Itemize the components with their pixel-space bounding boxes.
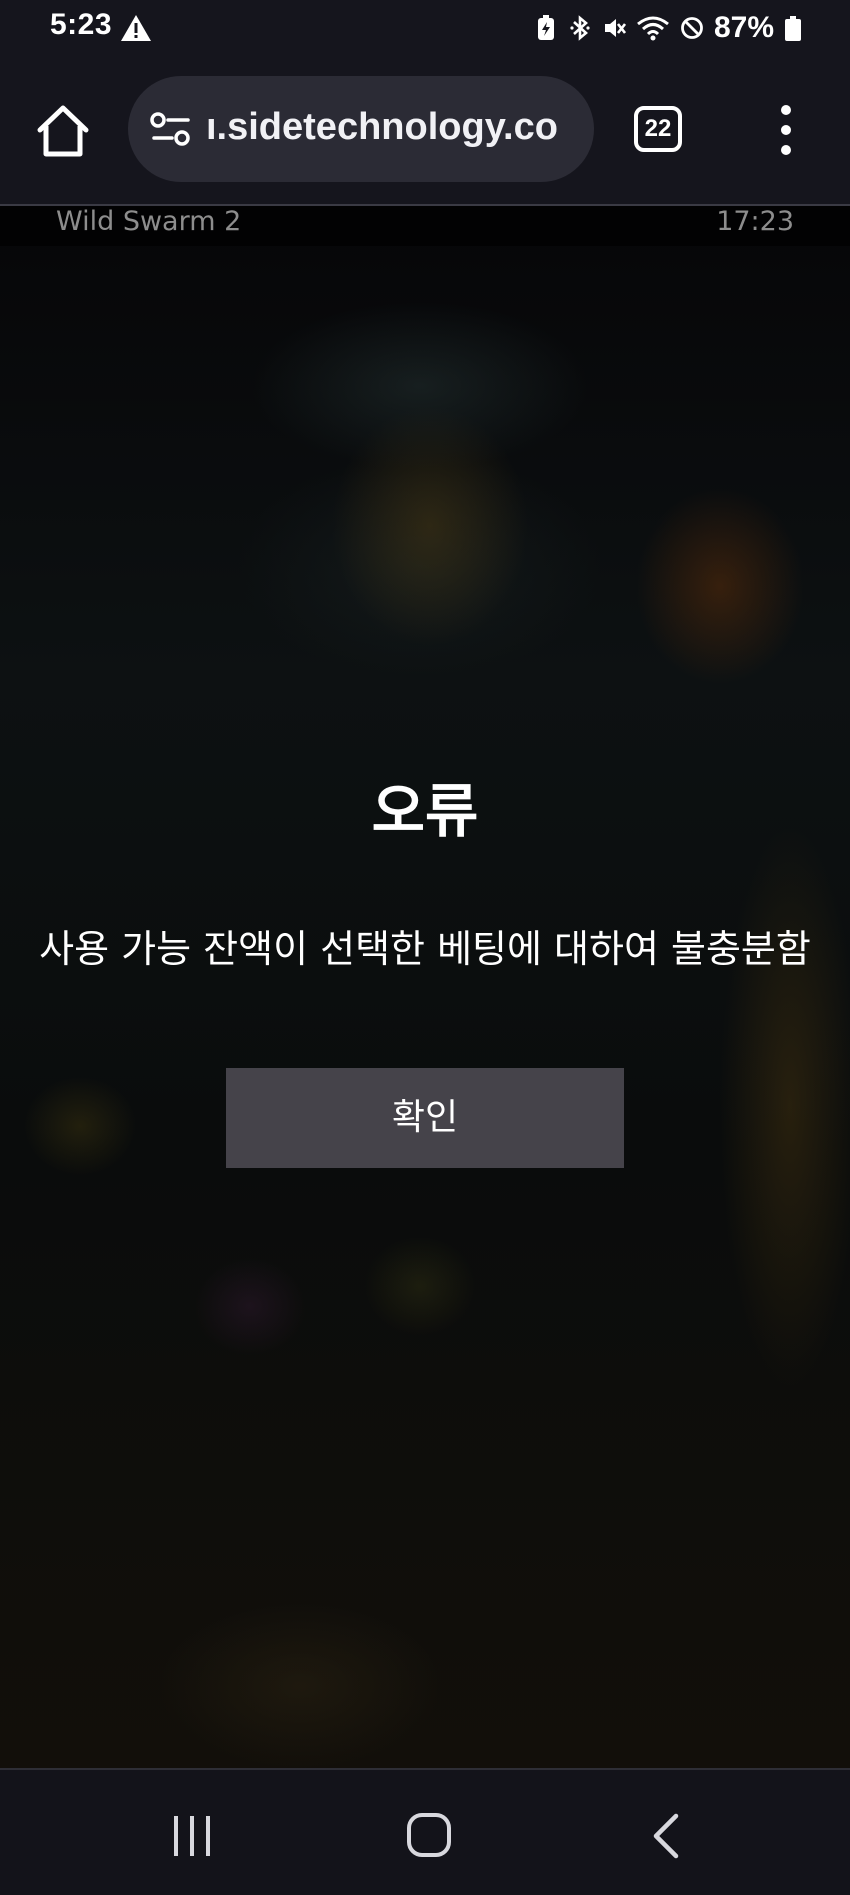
status-icons: 87%: [534, 10, 802, 46]
more-options-icon[interactable]: [766, 102, 806, 158]
address-bar[interactable]: ı.sidetechnology.co: [128, 76, 594, 182]
mute-icon: [604, 19, 626, 37]
system-navigation-bar: [0, 1768, 850, 1895]
game-title: Wild Swarm 2: [56, 206, 242, 237]
warning-icon: [121, 15, 151, 41]
game-clock: 17:23: [716, 206, 794, 237]
battery-saver-icon: [537, 15, 554, 40]
status-time: 5:23: [50, 8, 113, 41]
phone-screen: 5:23 87% ı.sidetechnology.co 22 Wild Swa…: [0, 0, 850, 1895]
browser-toolbar: ı.sidetechnology.co 22: [0, 58, 850, 206]
url-text[interactable]: ı.sidetechnology.co: [206, 106, 586, 149]
recent-apps-icon[interactable]: [170, 1814, 214, 1858]
home-icon[interactable]: [404, 1810, 454, 1860]
battery-percent: 87%: [713, 11, 774, 44]
tab-switcher-button[interactable]: 22: [634, 106, 682, 152]
confirm-button[interactable]: 확인: [226, 1068, 624, 1168]
bluetooth-icon: [570, 15, 590, 41]
site-settings-icon[interactable]: [150, 111, 192, 147]
battery-icon: [785, 16, 801, 41]
error-dialog-title: 오류: [371, 777, 479, 845]
wifi-icon: [637, 16, 669, 41]
error-dialog-message: 사용 가능 잔액이 선택한 베팅에 대하여 불충분함: [39, 927, 811, 971]
back-icon[interactable]: [648, 1812, 684, 1860]
game-viewport: Wild Swarm 2 17:23 오류 사용 가능 잔액이 선택한 베팅에 …: [0, 206, 850, 1768]
do-not-disturb-icon: [681, 17, 703, 39]
status-bar: 5:23 87%: [0, 0, 850, 58]
home-icon[interactable]: [32, 100, 94, 162]
